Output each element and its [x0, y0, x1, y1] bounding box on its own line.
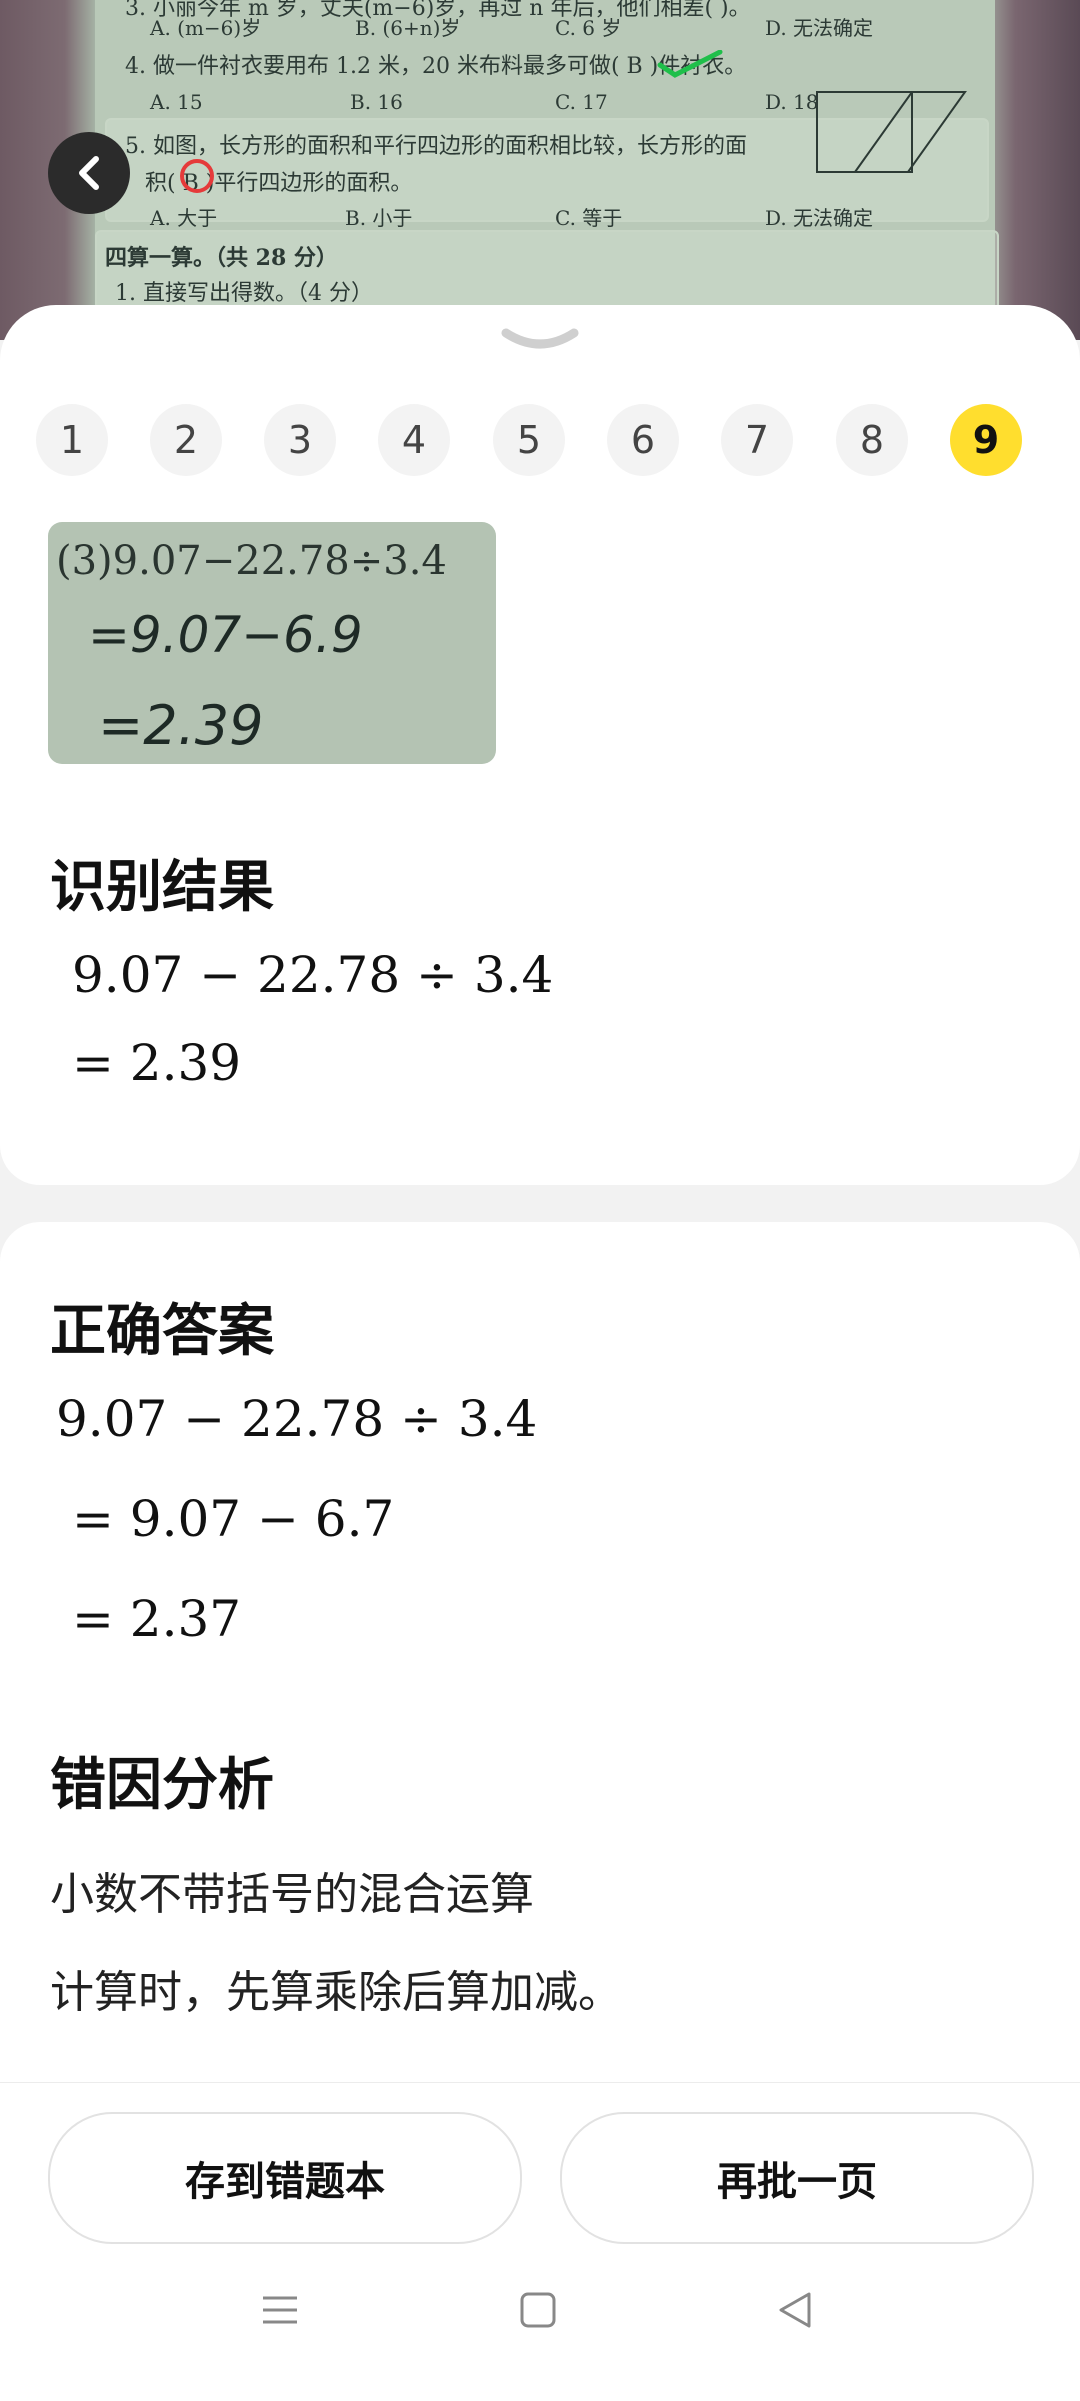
save-to-mistakes-button[interactable]: 存到错题本 — [48, 2112, 522, 2244]
correct-answer-line: 9.07 − 22.78 ÷ 3.4 — [56, 1390, 538, 1448]
grade-another-page-button[interactable]: 再批一页 — [560, 2112, 1034, 2244]
tab-question-1[interactable]: 1 — [36, 404, 108, 476]
back-button[interactable] — [48, 132, 130, 214]
check-mark — [657, 50, 723, 78]
worksheet-line: 四算一算。（共 28 分） — [105, 245, 338, 271]
error-analysis-line: 计算时，先算乘除后算加减。 — [50, 1967, 622, 2018]
thumbnail-line: =2.39 — [98, 694, 263, 757]
tab-question-3[interactable]: 3 — [264, 404, 336, 476]
error-circle-mark — [180, 159, 214, 193]
collapse-handle-icon[interactable] — [500, 325, 580, 355]
worksheet-option: A. 大于 — [150, 206, 218, 230]
tab-question-9[interactable]: 9 — [950, 404, 1022, 476]
tab-question-8[interactable]: 8 — [836, 404, 908, 476]
correct-answer-line: = 2.37 — [72, 1590, 242, 1648]
worksheet-option: A. (m−6)岁 — [150, 16, 262, 40]
tab-question-7[interactable]: 7 — [721, 404, 793, 476]
question-tabs: 1 2 3 4 5 6 7 8 9 — [36, 404, 1044, 476]
thumbnail-line: (3)9.07−22.78÷3.4 — [56, 538, 447, 584]
worksheet-photo: 3. 小丽今年 m 岁，丈夫(m−6)岁，再过 n 年后，他们相差( )。 A.… — [0, 0, 1080, 340]
thumbnail-line: =9.07−6.9 — [88, 606, 363, 664]
worksheet-figure — [816, 91, 967, 173]
recognition-line: = 2.39 — [72, 1034, 242, 1092]
system-navigation-bar — [0, 2270, 1080, 2400]
worksheet-option: C. 等于 — [555, 206, 623, 230]
back-nav-icon[interactable] — [775, 2290, 815, 2330]
recognition-line: 9.07 − 22.78 ÷ 3.4 — [72, 946, 554, 1004]
worksheet-option: C. 6 岁 — [555, 16, 622, 40]
tab-question-5[interactable]: 5 — [493, 404, 565, 476]
error-analysis-title: 错因分析 — [50, 1753, 274, 1818]
worksheet-option: C. 17 — [555, 90, 608, 114]
correct-answer-title: 正确答案 — [50, 1299, 274, 1364]
error-analysis-line: 小数不带括号的混合运算 — [50, 1869, 534, 1920]
worksheet-line: 1. 直接写出得数。（4 分） — [115, 281, 373, 306]
worksheet-line: 5. 如图，长方形的面积和平行四边形的面积相比较，长方形的面 — [125, 134, 747, 159]
tab-question-6[interactable]: 6 — [607, 404, 679, 476]
worksheet-option: D. 无法确定 — [765, 206, 874, 230]
worksheet-option: D. 18 — [765, 90, 819, 114]
worksheet-sheet: 3. 小丽今年 m 岁，丈夫(m−6)岁，再过 n 年后，他们相差( )。 A.… — [95, 0, 999, 340]
tab-question-2[interactable]: 2 — [150, 404, 222, 476]
worksheet-option: B. (6+n)岁 — [355, 16, 461, 40]
worksheet-option: B. 小于 — [345, 206, 413, 230]
menu-icon[interactable] — [260, 2290, 300, 2330]
worksheet-option: A. 15 — [150, 90, 203, 114]
correct-answer-line: = 9.07 − 6.7 — [72, 1490, 395, 1548]
worksheet-option: B. 16 — [350, 90, 403, 114]
chevron-left-icon — [79, 156, 99, 190]
recognition-title: 识别结果 — [50, 855, 274, 920]
tab-question-4[interactable]: 4 — [378, 404, 450, 476]
worksheet-option: D. 无法确定 — [765, 16, 874, 40]
home-icon[interactable] — [518, 2290, 558, 2330]
worksheet-line: 4. 做一件衬衣要用布 1.2 米，20 米布料最多可做( B )件衬衣。 — [125, 54, 747, 79]
handwriting-thumbnail[interactable]: (3)9.07−22.78÷3.4 =9.07−6.9 =2.39 — [48, 522, 496, 764]
